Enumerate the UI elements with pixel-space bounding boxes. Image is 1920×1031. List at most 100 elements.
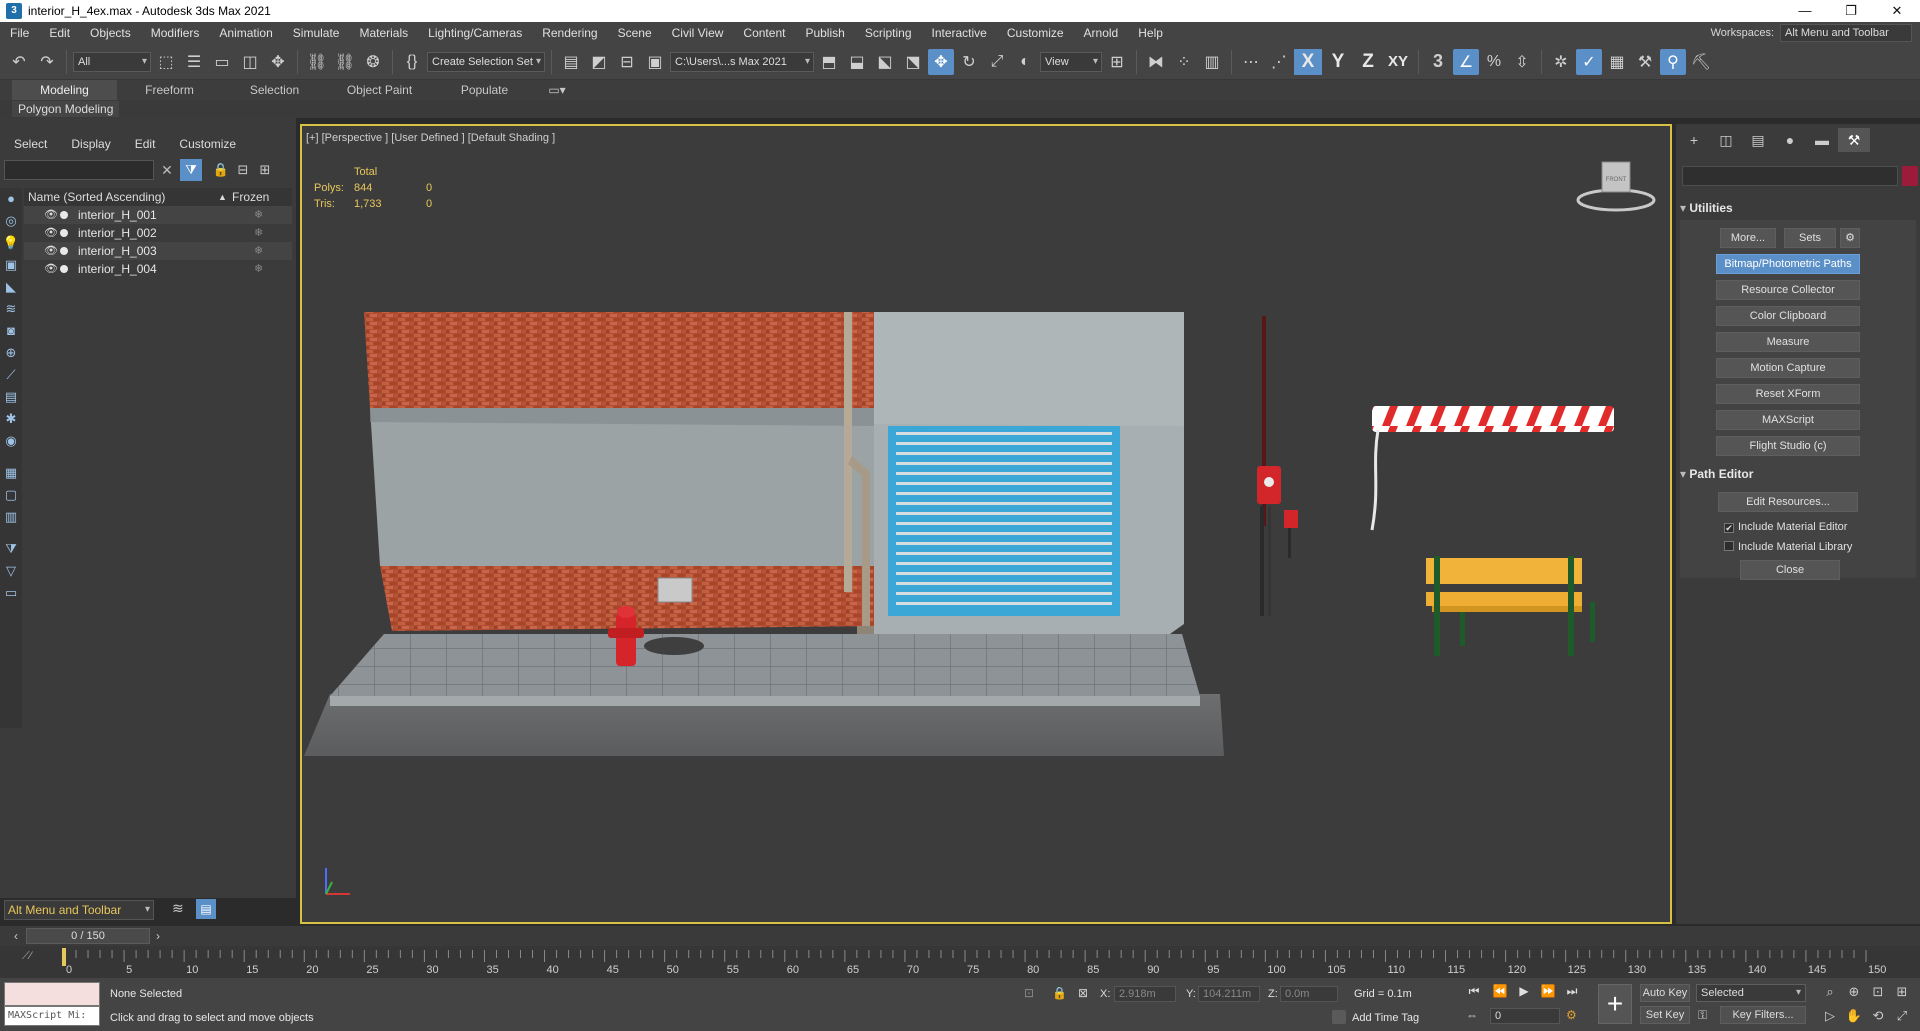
window-crossing-icon[interactable]: ◫: [237, 49, 263, 75]
key-mode-icon[interactable]: ⇔: [1466, 1008, 1478, 1022]
pivot-center-icon[interactable]: ⊞: [1104, 49, 1130, 75]
toolbar-more-icon[interactable]: ⛏: [1688, 49, 1714, 75]
orbit-icon[interactable]: ⟲: [1868, 1006, 1888, 1026]
curve-editor-icon[interactable]: ◩: [586, 49, 612, 75]
maximize-viewport-icon[interactable]: ⤢: [1892, 1006, 1912, 1026]
redo-icon[interactable]: ↷: [34, 49, 60, 75]
time-slider-thumb[interactable]: 0 / 150: [26, 928, 150, 944]
link-hierarchy-icon[interactable]: ⚲: [1660, 48, 1686, 75]
tab-object-paint[interactable]: Object Paint: [327, 80, 432, 100]
key-filters-button[interactable]: Key Filters...: [1720, 1006, 1806, 1024]
tab-freeform[interactable]: Freeform: [117, 80, 222, 100]
select-region-icon[interactable]: ⬓: [844, 49, 870, 75]
menu-edit[interactable]: Edit: [39, 22, 80, 44]
rotate-icon[interactable]: ↻: [956, 49, 982, 75]
menu-animation[interactable]: Animation: [209, 22, 282, 44]
se-menu-edit[interactable]: Edit: [121, 134, 166, 154]
current-frame-field[interactable]: 0: [1490, 1008, 1560, 1024]
key-filter-icon[interactable]: ⚿: [1698, 1008, 1707, 1023]
modify-tab-icon[interactable]: ◫: [1710, 128, 1742, 152]
create-selection-set-dropdown[interactable]: Create Selection Set: [427, 51, 545, 72]
set-key-button[interactable]: Set Key: [1640, 1006, 1690, 1024]
go-to-start-icon[interactable]: ⏮: [1464, 982, 1484, 1000]
display-none-icon[interactable]: ▢: [0, 484, 22, 506]
frozen-snowflake-icon[interactable]: ❄: [254, 260, 263, 278]
menu-modifiers[interactable]: Modifiers: [141, 22, 210, 44]
axis-x-button[interactable]: X: [1294, 48, 1322, 75]
key-selection-dropdown[interactable]: Selected: [1696, 984, 1806, 1002]
visibility-eye-icon[interactable]: 👁: [44, 224, 58, 242]
select-move-icon[interactable]: ✥: [265, 49, 291, 75]
field-of-view-icon[interactable]: ▷: [1820, 1006, 1840, 1026]
hierarchy-tab-icon[interactable]: ▤: [1742, 128, 1774, 152]
menu-lighting-cameras[interactable]: Lighting/Cameras: [418, 22, 532, 44]
zoom-all-icon[interactable]: ⊕: [1844, 982, 1864, 1002]
align-icon[interactable]: ⁘: [1171, 49, 1197, 75]
perspective-viewport[interactable]: FRONT [+] [Perspective ] [User Defined ]…: [300, 124, 1672, 924]
menu-rendering[interactable]: Rendering: [532, 22, 607, 44]
scene-row[interactable]: 👁 interior_H_004 ❄: [24, 260, 292, 278]
measure-button[interactable]: Measure: [1716, 332, 1860, 352]
graphite-icon[interactable]: ▦: [1604, 49, 1630, 75]
layers-icon[interactable]: ⊞: [256, 160, 274, 180]
path-editor-rollout-header[interactable]: Path Editor: [1680, 464, 1916, 484]
menu-help[interactable]: Help: [1128, 22, 1173, 44]
invert-display-icon[interactable]: ▥: [0, 506, 22, 528]
add-time-tag[interactable]: Add Time Tag: [1332, 1010, 1419, 1024]
select-crossing-icon[interactable]: ⬔: [900, 49, 926, 75]
grid-icon[interactable]: ⋯: [1238, 49, 1264, 75]
layer-stack-icon[interactable]: ≋: [172, 900, 184, 917]
se-menu-select[interactable]: Select: [0, 134, 57, 154]
display-tab-icon[interactable]: ▬: [1806, 128, 1838, 152]
sort-ascending-icon[interactable]: ▲: [218, 188, 227, 206]
menu-civil-view[interactable]: Civil View: [662, 22, 734, 44]
resource-collector-button[interactable]: Resource Collector: [1716, 280, 1860, 300]
menu-customize[interactable]: Customize: [997, 22, 1074, 44]
display-hidden-icon[interactable]: ◉: [0, 430, 22, 452]
display-all-icon[interactable]: ▦: [0, 462, 22, 484]
undo-icon[interactable]: ↶: [6, 49, 32, 75]
absolute-mode-icon[interactable]: ⊠: [1078, 986, 1088, 1000]
spinner-snap-icon[interactable]: ⇳: [1509, 49, 1535, 75]
scene-row[interactable]: 👁 interior_H_003 ❄: [24, 242, 292, 260]
display-spacewarps-icon[interactable]: ≋: [0, 298, 22, 320]
filter-funnel-icon[interactable]: ▽: [0, 560, 22, 582]
go-to-end-icon[interactable]: ⏭: [1562, 982, 1582, 1000]
maximize-button[interactable]: ❐: [1828, 0, 1874, 22]
menu-objects[interactable]: Objects: [80, 22, 141, 44]
axis-z-button[interactable]: Z: [1354, 49, 1382, 75]
scale-icon[interactable]: ⤢: [984, 49, 1010, 75]
menu-arnold[interactable]: Arnold: [1074, 22, 1129, 44]
clear-search-icon[interactable]: ✕: [158, 160, 176, 180]
lock-icon[interactable]: 🔒: [212, 160, 230, 180]
zoom-extents-all-icon[interactable]: ⊞: [1892, 982, 1912, 1002]
frozen-snowflake-icon[interactable]: ❄: [254, 224, 263, 242]
rect-selection-icon[interactable]: ▭: [209, 49, 235, 75]
filter-icon[interactable]: ⧩: [180, 159, 202, 181]
name-column-header[interactable]: Name (Sorted Ascending): [28, 188, 165, 206]
reset-xform-button[interactable]: Reset XForm: [1716, 384, 1860, 404]
percent-snap-icon[interactable]: %: [1481, 49, 1507, 75]
move-icon[interactable]: ✥: [928, 48, 954, 75]
layer-workspace-dropdown[interactable]: Alt Menu and Toolbar: [4, 900, 154, 920]
frozen-column-header[interactable]: Frozen: [232, 188, 269, 206]
mirror-icon[interactable]: ⧓: [1143, 49, 1169, 75]
select-icon[interactable]: ⬒: [816, 49, 842, 75]
polygon-modeling-panel[interactable]: Polygon Modeling: [12, 101, 120, 117]
scene-row[interactable]: 👁 interior_H_001 ❄: [24, 206, 292, 224]
place-icon[interactable]: ◐: [1012, 49, 1038, 75]
z-coordinate-field[interactable]: 0.0m: [1280, 986, 1338, 1002]
folder-icon[interactable]: ▭: [0, 582, 22, 604]
se-menu-display[interactable]: Display: [57, 134, 120, 154]
display-containers-icon[interactable]: ▤: [0, 386, 22, 408]
display-shapes-icon[interactable]: ◎: [0, 210, 22, 232]
visibility-eye-icon[interactable]: 👁: [44, 260, 58, 278]
filter-toggle-icon[interactable]: ⧩: [0, 538, 22, 560]
maxscript-button[interactable]: MAXScript: [1716, 410, 1860, 430]
display-geometry-icon[interactable]: ●: [0, 188, 22, 210]
utilities-tab-icon[interactable]: ⚒: [1838, 128, 1870, 152]
configure-sets-icon[interactable]: ⚙: [1840, 228, 1860, 248]
menu-interactive[interactable]: Interactive: [922, 22, 997, 44]
visibility-eye-icon[interactable]: 👁: [44, 206, 58, 224]
quick-align-icon[interactable]: ▥: [1199, 49, 1225, 75]
